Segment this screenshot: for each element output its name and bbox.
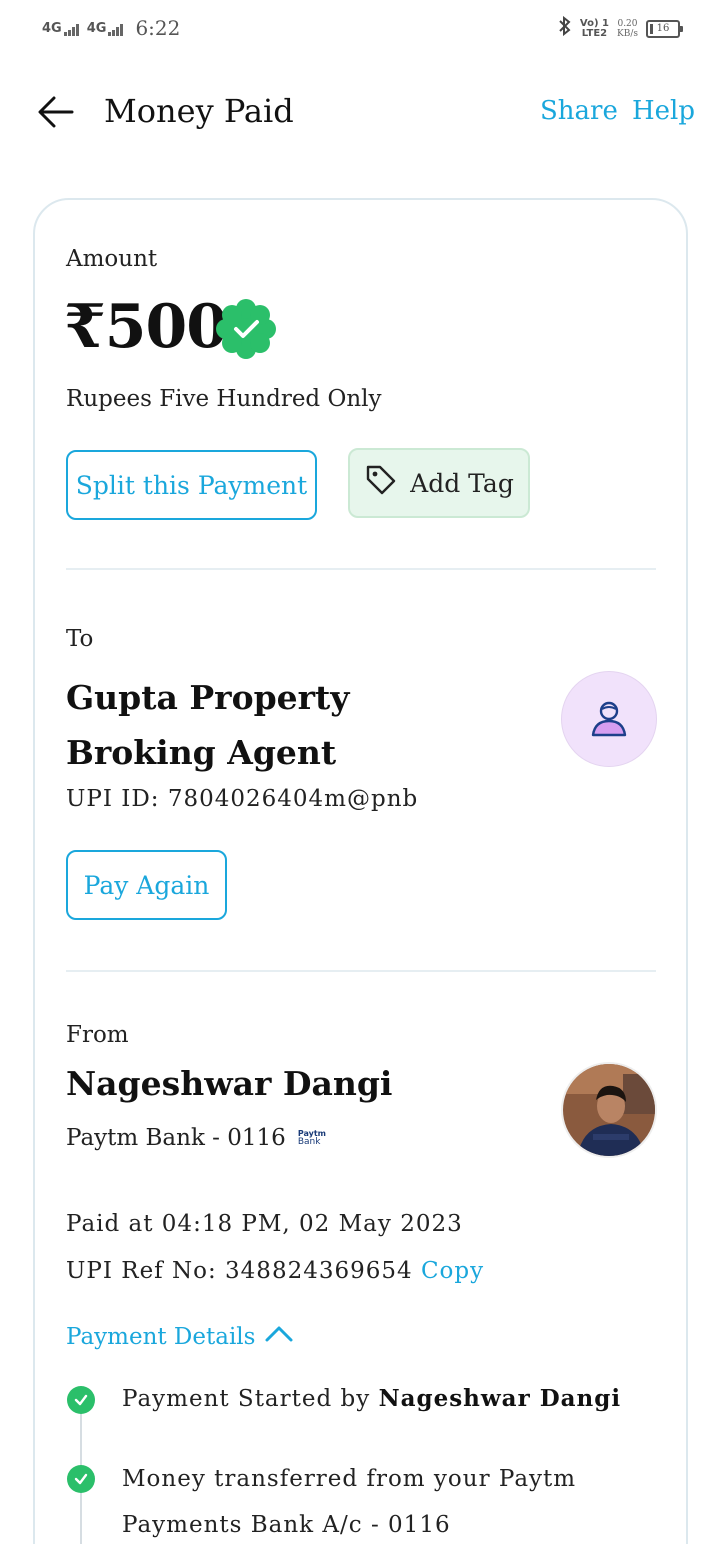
payer-avatar bbox=[561, 1062, 657, 1158]
network-type-1: 4G bbox=[42, 21, 62, 36]
bluetooth-icon bbox=[558, 15, 572, 41]
payment-details-toggle[interactable]: Payment Details bbox=[66, 1324, 295, 1350]
help-link[interactable]: Help bbox=[632, 96, 695, 126]
volte-indicator: Vo) 1 LTE2 bbox=[579, 17, 609, 39]
battery-level: 16 bbox=[656, 23, 670, 34]
add-tag-button[interactable]: Add Tag bbox=[348, 448, 530, 518]
amount-in-words: Rupees Five Hundred Only bbox=[66, 386, 382, 412]
chevron-up-icon bbox=[263, 1324, 295, 1350]
check-circle-icon bbox=[67, 1386, 95, 1414]
payment-card: Amount ₹500 Rupees Five Hundred Only Spl… bbox=[33, 198, 688, 1544]
payer-name: Nageshwar Dangi bbox=[66, 1064, 393, 1103]
volte-line1: Vo) 1 bbox=[579, 17, 609, 29]
amount-label: Amount bbox=[66, 246, 158, 272]
status-bar: 4G 4G 6:22 Vo) 1 LTE2 0.20 KB/s 16 bbox=[0, 0, 720, 56]
battery-icon: 16 bbox=[646, 19, 683, 38]
divider bbox=[66, 568, 656, 570]
from-label: From bbox=[66, 1022, 129, 1048]
payer-bank: Paytm Bank - 0116 Paytm Bank bbox=[66, 1125, 326, 1151]
app-header: Money Paid Share Help bbox=[0, 80, 720, 144]
payee-avatar-icon bbox=[561, 671, 657, 767]
signal-icon bbox=[108, 24, 124, 36]
step1-name: Nageshwar Dangi bbox=[378, 1385, 622, 1412]
step1-prefix: Payment Started by bbox=[122, 1386, 371, 1412]
paytm-bank-logo: Paytm Bank bbox=[298, 1129, 326, 1147]
network-type-2: 4G bbox=[86, 21, 107, 36]
to-label: To bbox=[66, 626, 94, 652]
amount-value: ₹500 bbox=[64, 292, 228, 362]
add-tag-label: Add Tag bbox=[410, 468, 514, 498]
back-arrow-icon[interactable] bbox=[36, 92, 76, 132]
page-title: Money Paid bbox=[104, 92, 294, 130]
status-right: Vo) 1 LTE2 0.20 KB/s 16 bbox=[558, 15, 683, 41]
timeline-step-started: Payment Started by Nageshwar Dangi bbox=[122, 1376, 621, 1422]
payee-upi-id: UPI ID: 7804026404m@pnb bbox=[66, 786, 419, 812]
split-payment-button[interactable]: Split this Payment bbox=[66, 450, 317, 520]
tag-icon bbox=[364, 463, 398, 503]
payee-name: Gupta Property Broking Agent bbox=[66, 678, 350, 772]
signal-icon bbox=[63, 24, 79, 36]
network-speed: 0.20 KB/s bbox=[617, 19, 638, 39]
clock: 6:22 bbox=[135, 16, 181, 40]
volte-line2: LTE2 bbox=[581, 27, 608, 39]
status-left: 4G 4G 6:22 bbox=[42, 16, 180, 40]
upi-ref-number: UPI Ref No: 348824369654 bbox=[66, 1258, 413, 1284]
upi-ref-row: UPI Ref No: 348824369654 Copy bbox=[66, 1258, 484, 1284]
copy-ref-button[interactable]: Copy bbox=[421, 1258, 484, 1284]
logo-bottom: Bank bbox=[297, 1137, 321, 1147]
check-circle-icon bbox=[67, 1465, 95, 1493]
verified-badge-icon bbox=[215, 298, 277, 360]
timeline-step-transferred: Money transferred from your Paytm Paymen… bbox=[122, 1466, 577, 1538]
network-indicator-2: 4G bbox=[87, 20, 124, 36]
speed-value: 0.20 bbox=[617, 18, 638, 29]
paid-timestamp: Paid at 04:18 PM, 02 May 2023 bbox=[66, 1211, 463, 1237]
share-link[interactable]: Share bbox=[540, 96, 618, 126]
payer-bank-text: Paytm Bank - 0116 bbox=[66, 1125, 286, 1151]
payment-details-label: Payment Details bbox=[66, 1324, 256, 1350]
divider bbox=[66, 970, 656, 972]
pay-again-button[interactable]: Pay Again bbox=[66, 850, 227, 920]
speed-unit: KB/s bbox=[617, 28, 638, 39]
network-indicator-1: 4G bbox=[42, 20, 79, 36]
